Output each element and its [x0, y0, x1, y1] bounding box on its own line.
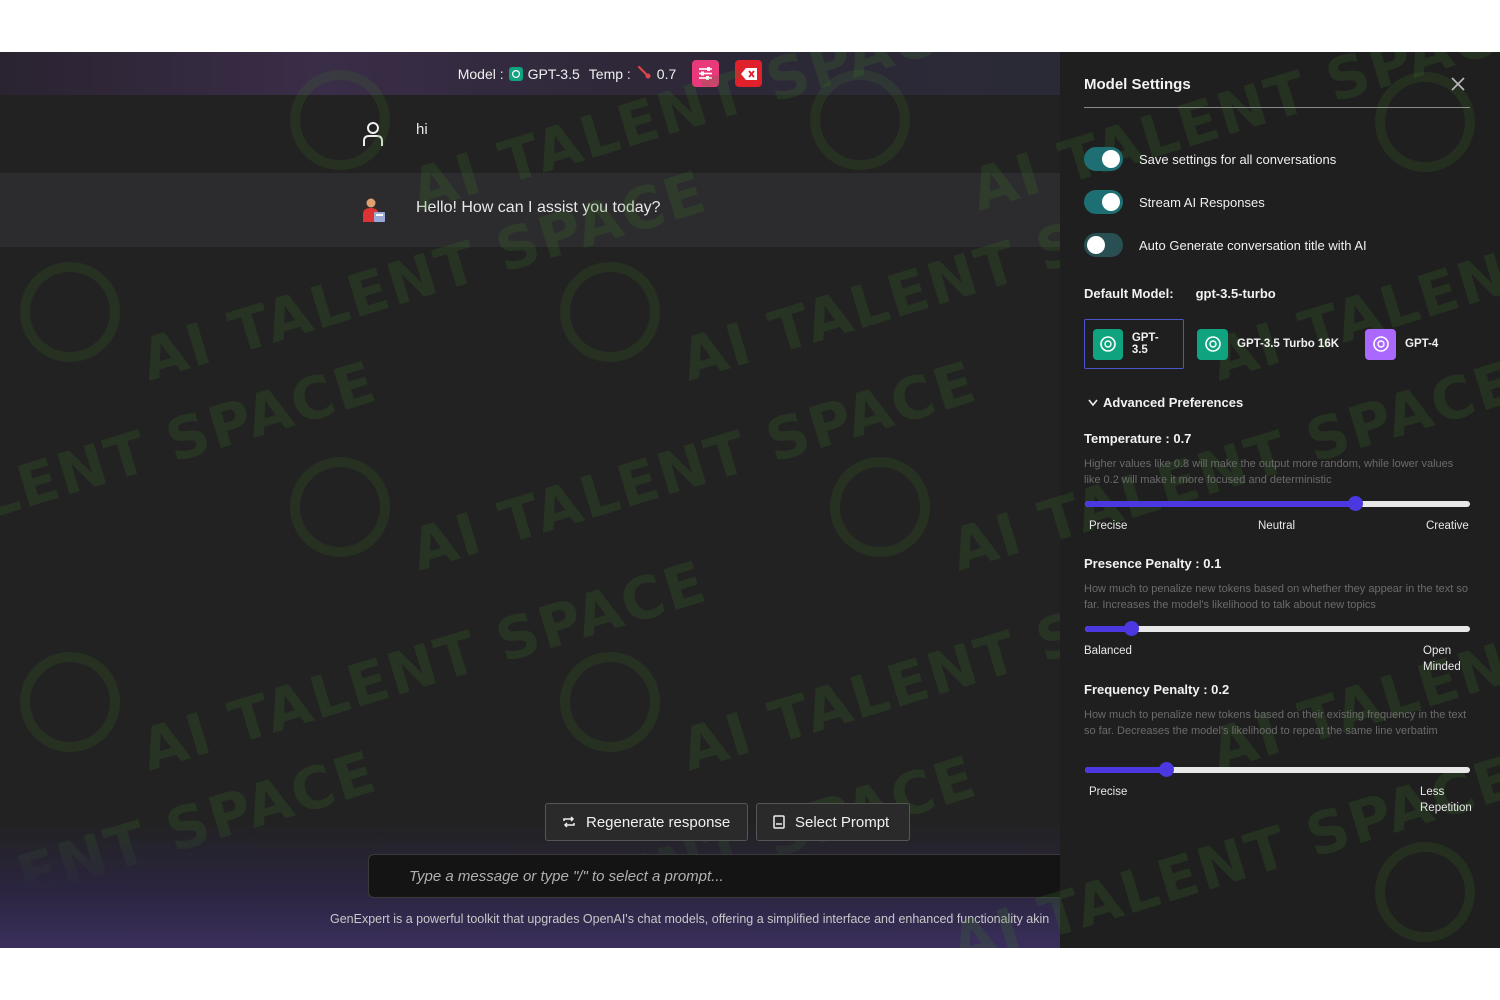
- model-options: GPT-3.5 GPT-3.5 Turbo 16K GPT-4: [1084, 319, 1449, 369]
- clear-chat-button[interactable]: [735, 60, 763, 87]
- default-model: Default Model: gpt-3.5-turbo: [1084, 286, 1276, 301]
- model-option-label: GPT-3.5 Turbo 16K: [1237, 338, 1340, 350]
- select-prompt-button[interactable]: Select Prompt: [756, 803, 910, 841]
- watermark-logo-icon: [560, 652, 660, 752]
- model-label: Model :: [457, 65, 504, 82]
- model-option-gpt-3-5-turbo-16k[interactable]: GPT-3.5 Turbo 16K: [1188, 319, 1356, 369]
- toggle-label: Stream AI Responses: [1139, 194, 1265, 210]
- caret-down-icon: [1088, 399, 1098, 406]
- watermark-logo-icon: [560, 262, 660, 362]
- assistant-avatar-icon: [358, 195, 388, 225]
- slider-thumb[interactable]: [1347, 496, 1363, 511]
- slider-thumb[interactable]: [1124, 621, 1140, 636]
- close-settings-button[interactable]: [1448, 74, 1468, 94]
- document-icon: [773, 815, 785, 829]
- model-option-gpt-4[interactable]: GPT-4: [1356, 319, 1449, 369]
- toggle-stream-row: Stream AI Responses: [1084, 190, 1265, 214]
- user-message: hi: [0, 95, 1060, 173]
- toggle-save-settings-row: Save settings for all conversations: [1084, 147, 1336, 171]
- settings-button[interactable]: [692, 60, 720, 87]
- slider-thumb[interactable]: [1158, 762, 1174, 777]
- watermark-logo-icon: [830, 457, 930, 557]
- temperature-description: Higher values like 0.8 will make the out…: [1084, 458, 1454, 486]
- sliders-icon: [699, 67, 713, 80]
- toggle-auto-title-row: Auto Generate conversation title with AI: [1084, 233, 1367, 257]
- user-icon: [358, 119, 388, 149]
- message-input-container: [368, 854, 1060, 898]
- temperature-title: Temperature : 0.7: [1084, 431, 1192, 446]
- chat-pane: Model : GPT-3.5 Temp : 0.7 hi Hello! How…: [0, 52, 1060, 948]
- slider-label: Neutral: [1258, 520, 1296, 532]
- temp-value: 0.7: [656, 65, 677, 82]
- watermark-logo-icon: [20, 652, 120, 752]
- slider-fill: [1085, 501, 1355, 507]
- stream-responses-toggle[interactable]: [1084, 190, 1123, 214]
- assistant-message-text: Hello! How can I assist you today?: [416, 199, 661, 216]
- watermark-text: AI TALENT SPACE: [402, 347, 985, 585]
- model-settings-panel: AI TALENT SPACE AI TALENT SPACE AI TALEN…: [810, 52, 1500, 948]
- slider-label: Creative: [1426, 520, 1469, 532]
- model-option-label: GPT-3.5: [1131, 332, 1159, 356]
- select-prompt-label: Select Prompt: [795, 813, 890, 831]
- slider-label: Open Minded: [1423, 645, 1461, 673]
- slider-label: Precise: [1089, 520, 1128, 532]
- toggle-label: Save settings for all conversations: [1139, 151, 1337, 167]
- temperature-slider[interactable]: [1085, 496, 1470, 511]
- openai-icon: [1093, 328, 1123, 360]
- model-option-gpt-3-5[interactable]: GPT-3.5: [1084, 319, 1184, 369]
- app-window: Model : GPT-3.5 Temp : 0.7 hi Hello! How…: [0, 52, 1500, 948]
- presence-penalty-title: Presence Penalty : 0.1: [1084, 556, 1222, 571]
- user-message-text: hi: [416, 121, 428, 138]
- watermark-text: AI TALENT SPACE: [132, 547, 715, 785]
- refresh-icon: [563, 816, 575, 828]
- action-buttons: Regenerate response Select Prompt: [545, 803, 910, 841]
- regenerate-label: Regenerate response: [586, 813, 731, 831]
- watermark-text: AI TALENT SPACE: [672, 547, 1060, 785]
- model-info: Model : GPT-3.5 Temp : 0.7: [458, 64, 677, 83]
- openai-icon: [1365, 328, 1396, 360]
- footer-text: GenExpert is a powerful toolkit that upg…: [330, 912, 1050, 926]
- presence-penalty-slider[interactable]: [1085, 621, 1470, 636]
- settings-title: Model Settings: [1084, 76, 1191, 93]
- openai-icon: [508, 66, 523, 81]
- watermark-logo-icon: [20, 262, 120, 362]
- top-bar: Model : GPT-3.5 Temp : 0.7: [0, 52, 1060, 95]
- thermometer-icon: [636, 64, 652, 83]
- frequency-penalty-title: Frequency Penalty : 0.2: [1084, 682, 1230, 697]
- assistant-message: Hello! How can I assist you today?: [0, 173, 1060, 247]
- model-option-label: GPT-4: [1405, 338, 1439, 350]
- save-settings-toggle[interactable]: [1084, 147, 1123, 171]
- close-icon: [1451, 77, 1465, 91]
- slider-label: Balanced: [1084, 645, 1132, 657]
- advanced-preferences-toggle[interactable]: Advanced Preferences: [1088, 395, 1243, 410]
- slider-label: Precise: [1089, 786, 1128, 798]
- model-value: GPT-3.5: [527, 65, 580, 82]
- backspace-icon: [740, 67, 757, 80]
- regenerate-button[interactable]: Regenerate response: [545, 803, 748, 841]
- message-input[interactable]: [369, 855, 1060, 897]
- slider-fill: [1085, 767, 1166, 773]
- auto-title-toggle[interactable]: [1084, 233, 1123, 257]
- temp-label: Temp :: [588, 65, 631, 82]
- advanced-preferences-label: Advanced Preferences: [1103, 395, 1244, 410]
- slider-label: Less Repetition: [1420, 786, 1472, 814]
- watermark-logo-icon: [1375, 842, 1475, 942]
- openai-icon: [1197, 328, 1228, 360]
- default-model-label: Default Model:: [1084, 286, 1174, 301]
- frequency-penalty-description: How much to penalize new tokens based on…: [1084, 709, 1467, 737]
- presence-penalty-description: How much to penalize new tokens based on…: [1084, 583, 1469, 611]
- toggle-label: Auto Generate conversation title with AI: [1139, 237, 1367, 253]
- frequency-penalty-slider[interactable]: [1085, 762, 1470, 777]
- divider: [1084, 107, 1470, 108]
- default-model-value: gpt-3.5-turbo: [1195, 286, 1276, 301]
- watermark-text: AI TALENT SPACE: [0, 347, 385, 585]
- watermark-logo-icon: [290, 457, 390, 557]
